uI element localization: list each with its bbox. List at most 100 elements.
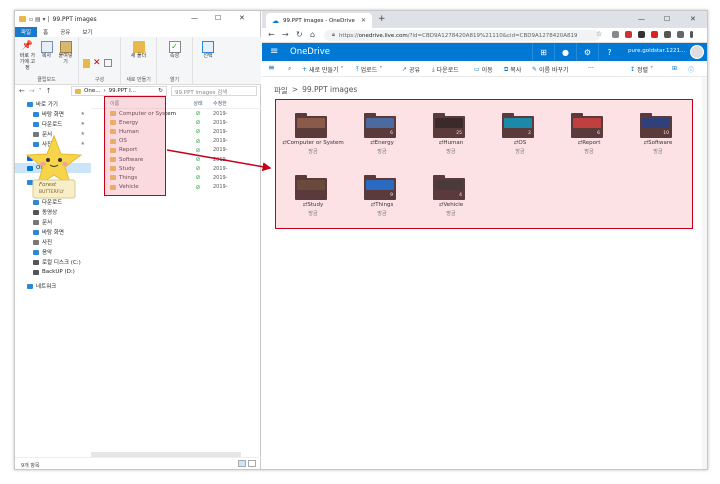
menu-dots-icon[interactable] bbox=[690, 31, 693, 38]
folder-tile[interactable]: 4 ⇄Vehicle 방금 bbox=[418, 166, 484, 217]
large-icons-view-icon[interactable] bbox=[248, 460, 256, 467]
recent-chevron-icon[interactable]: ˅ bbox=[39, 88, 42, 95]
nav-item[interactable]: 로컬 디스크 (C:) bbox=[15, 257, 91, 267]
command-upload[interactable]: ⤒ 업로드 ˅ bbox=[356, 65, 382, 75]
nav-item[interactable]: 다운로드 ★ bbox=[15, 119, 91, 129]
command-share[interactable]: ↗ 공유 bbox=[402, 65, 420, 74]
move-icon: ▭ bbox=[474, 66, 480, 73]
rename-icon[interactable] bbox=[103, 59, 112, 67]
browser-tab[interactable]: ☁ 99.PPT images - OneDrive ✕ bbox=[266, 13, 372, 28]
star-icon bbox=[27, 101, 33, 107]
maximize-icon[interactable]: ☐ bbox=[664, 15, 670, 23]
properties-icon[interactable]: ✓ bbox=[168, 41, 181, 53]
command-download[interactable]: ⤓ 다운로드 bbox=[432, 65, 459, 75]
extension-icon[interactable] bbox=[664, 31, 671, 38]
extension-icon[interactable] bbox=[625, 31, 632, 38]
nav-item[interactable]: 동영상 bbox=[15, 207, 91, 217]
back-arrow-icon[interactable]: ← bbox=[268, 30, 275, 39]
extension-icon[interactable] bbox=[651, 31, 658, 38]
tab-close-icon[interactable]: ✕ bbox=[361, 17, 366, 24]
user-name[interactable]: pure.goldstar.1221... bbox=[628, 48, 685, 54]
tab-file[interactable]: 파일 bbox=[15, 27, 38, 37]
nav-item[interactable]: 음악 bbox=[15, 247, 91, 257]
command-move[interactable]: ▭ 이동 bbox=[474, 65, 493, 74]
url-text: https://onedrive.live.com/?id=CBD9A12784… bbox=[338, 32, 578, 39]
tab-share[interactable]: 공유 bbox=[54, 27, 76, 37]
gear-icon[interactable]: ⚙ bbox=[576, 43, 598, 61]
nav-item[interactable]: BackUP (D:) bbox=[15, 267, 91, 277]
close-icon[interactable]: ✕ bbox=[690, 15, 696, 23]
command-copy[interactable]: ⧉ 복사 bbox=[504, 65, 521, 75]
copy-button[interactable]: 복사 bbox=[40, 41, 53, 59]
sort-button[interactable]: ↕ 정렬 ˅ bbox=[630, 65, 653, 74]
app-launcher-icon[interactable]: ≡ bbox=[270, 46, 278, 57]
vertical-scrollbar[interactable] bbox=[702, 77, 707, 469]
forward-arrow-icon[interactable]: → bbox=[29, 87, 35, 95]
move-icon[interactable] bbox=[83, 58, 90, 68]
folder-tile[interactable]: 9 ⇄Things 방금 bbox=[349, 166, 415, 217]
folder-tile[interactable]: 2 ⇄OS 방금 bbox=[487, 104, 553, 155]
refresh-icon[interactable]: ↻ bbox=[158, 88, 163, 94]
tile-modified: 방금 bbox=[377, 149, 387, 155]
close-icon[interactable]: ✕ bbox=[239, 14, 245, 22]
onedrive-brand[interactable]: OneDrive bbox=[290, 47, 330, 57]
breadcrumb-root[interactable]: 파일 bbox=[274, 85, 288, 96]
view-grid-icon[interactable]: ⊞ bbox=[672, 65, 677, 72]
extension-icon[interactable] bbox=[638, 31, 645, 38]
bookmark-star-icon[interactable]: ☆ bbox=[596, 30, 602, 38]
nav-item-label: 바탕 화면 bbox=[42, 230, 64, 236]
details-view-icon[interactable] bbox=[238, 460, 246, 467]
extension-icon[interactable] bbox=[612, 31, 619, 38]
extension-icon[interactable] bbox=[677, 31, 684, 38]
nav-item[interactable]: 문서 bbox=[15, 217, 91, 227]
folder-tile[interactable]: 10 ⇄Software 방금 bbox=[625, 104, 691, 155]
tab-home[interactable]: 홈 bbox=[37, 27, 54, 37]
select-icon[interactable] bbox=[202, 41, 214, 53]
apps-grid-icon[interactable]: ⊞ bbox=[532, 43, 554, 61]
nav-toggle-icon[interactable]: ≡ bbox=[268, 63, 275, 72]
folder-tile[interactable]: 6 ⇄Energy 방금 bbox=[349, 104, 415, 155]
help-icon[interactable]: ? bbox=[598, 43, 620, 61]
nav-item[interactable]: 네트워크 bbox=[15, 281, 91, 291]
up-arrow-icon[interactable]: ↑ bbox=[46, 87, 52, 95]
folder-tile[interactable]: ⇄Study 방금 bbox=[280, 166, 346, 217]
tab-view[interactable]: 보기 bbox=[76, 27, 98, 37]
info-icon[interactable]: ⓘ bbox=[688, 65, 694, 74]
maximize-icon[interactable]: ☐ bbox=[215, 14, 221, 22]
column-date[interactable]: 수정한 bbox=[213, 100, 247, 107]
command-more[interactable]: ··· bbox=[588, 65, 594, 72]
breadcrumb-current: 99.PPT images bbox=[302, 85, 358, 94]
quick-access-toolbar[interactable]: ▫ ▤ ▾ | bbox=[29, 16, 50, 23]
address-bar[interactable]: One... › 99.PPT I... ↻ bbox=[71, 86, 167, 96]
new-tab-icon[interactable]: + bbox=[378, 14, 386, 24]
new-folder-icon[interactable] bbox=[132, 41, 145, 53]
pin-icon[interactable]: ★ bbox=[81, 111, 85, 117]
tile-modified: 방금 bbox=[377, 211, 387, 217]
nav-item[interactable]: 사진 bbox=[15, 237, 91, 247]
delete-icon[interactable]: ✕ bbox=[93, 58, 101, 68]
nav-item[interactable]: 바탕 화면 ★ bbox=[15, 109, 91, 119]
column-status[interactable]: 상태 bbox=[183, 100, 213, 107]
reload-icon[interactable]: ↻ bbox=[296, 30, 303, 39]
home-icon[interactable]: ⌂ bbox=[310, 30, 315, 39]
nav-item[interactable]: 바로 가기 bbox=[15, 99, 91, 109]
folder-tile[interactable]: 25 ⇄Human 방금 bbox=[418, 104, 484, 155]
pin-icon[interactable]: ★ bbox=[81, 121, 85, 127]
command-new[interactable]: + 새로 만들기 ˅ bbox=[302, 65, 344, 74]
chat-icon[interactable]: ● bbox=[554, 43, 576, 61]
paste-button[interactable]: 붙여넣기 bbox=[57, 41, 74, 65]
minimize-icon[interactable]: — bbox=[638, 15, 645, 23]
folder-tile[interactable]: ⇄Computer or System 방금 bbox=[280, 104, 346, 155]
browser-toolbar: ← → ↻ ⌂ 🔒︎ https://onedrive.live.com/?id… bbox=[262, 28, 707, 43]
folder-tile[interactable]: 6 ⇄Report 방금 bbox=[556, 104, 622, 155]
search-icon[interactable]: ⌕ bbox=[288, 65, 291, 73]
avatar[interactable] bbox=[690, 45, 704, 59]
nav-item[interactable]: 바탕 화면 bbox=[15, 227, 91, 237]
forward-arrow-icon[interactable]: → bbox=[282, 30, 289, 39]
minimize-icon[interactable]: — bbox=[191, 14, 198, 22]
command-rename[interactable]: ✎ 이름 바꾸기 bbox=[532, 65, 569, 74]
pin-button[interactable]: 📌 바로 가기에 고정 bbox=[19, 41, 36, 71]
url-bar[interactable]: 🔒︎ https://onedrive.live.com/?id=CBD9A12… bbox=[324, 30, 600, 41]
back-arrow-icon[interactable]: ← bbox=[19, 87, 25, 95]
search-input[interactable]: 99.PPT images 검색 bbox=[171, 86, 257, 96]
